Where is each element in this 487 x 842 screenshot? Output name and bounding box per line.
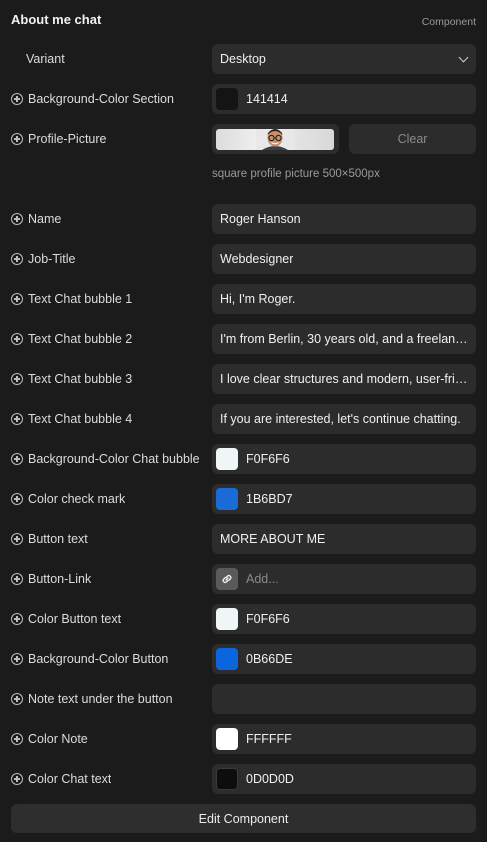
chat-bubble-2-input[interactable]: I'm from Berlin, 30 years old, and a fre… xyxy=(212,324,476,354)
bg-chat-bubble-color-field[interactable]: F0F6F6 xyxy=(212,444,476,474)
color-swatch[interactable] xyxy=(216,648,238,670)
chat-bubble-3-row: Text Chat bubble 3 I love clear structur… xyxy=(0,364,487,394)
add-icon xyxy=(11,333,23,345)
button-text-row: Button text MORE ABOUT ME xyxy=(0,524,487,554)
add-icon xyxy=(11,773,23,785)
chevron-down-icon xyxy=(458,52,469,63)
button-text-label[interactable]: Button text xyxy=(11,524,203,554)
note-text-input[interactable] xyxy=(212,684,476,714)
variant-select[interactable]: Desktop xyxy=(212,44,476,74)
name-label[interactable]: Name xyxy=(11,204,203,234)
chat-bubble-1-label[interactable]: Text Chat bubble 1 xyxy=(11,284,203,314)
chat-bubble-3-input[interactable]: I love clear structures and modern, user… xyxy=(212,364,476,394)
edit-component-button[interactable]: Edit Component xyxy=(11,804,476,833)
name-row: Name Roger Hanson xyxy=(0,204,487,234)
clear-button[interactable]: Clear xyxy=(349,124,476,154)
chat-bubble-2-label[interactable]: Text Chat bubble 2 xyxy=(11,324,203,354)
bg-section-row: Background-Color Section 141414 xyxy=(0,84,487,114)
profile-picture-label[interactable]: Profile-Picture xyxy=(11,124,203,154)
button-text-color-field[interactable]: F0F6F6 xyxy=(212,604,476,634)
color-swatch[interactable] xyxy=(216,448,238,470)
variant-row: Variant Desktop xyxy=(0,44,487,74)
button-link-label[interactable]: Button-Link xyxy=(11,564,203,594)
check-mark-color-field[interactable]: 1B6BD7 xyxy=(212,484,476,514)
component-tag: Component xyxy=(421,16,476,28)
add-icon xyxy=(11,253,23,265)
button-text-color-row: Color Button text F0F6F6 xyxy=(0,604,487,634)
profile-picture-row: Profile-Picture Clear xyxy=(0,124,487,154)
chat-bubble-4-label[interactable]: Text Chat bubble 4 xyxy=(11,404,203,434)
add-icon xyxy=(11,373,23,385)
note-text-row: Note text under the button xyxy=(0,684,487,714)
color-swatch[interactable] xyxy=(216,768,238,790)
add-icon xyxy=(11,733,23,745)
job-title-row: Job-Title Webdesigner xyxy=(0,244,487,274)
chat-bubble-2-row: Text Chat bubble 2 I'm from Berlin, 30 y… xyxy=(0,324,487,354)
job-title-input[interactable]: Webdesigner xyxy=(212,244,476,274)
bg-chat-bubble-label[interactable]: Background-Color Chat bubble xyxy=(11,444,203,474)
bg-section-color-field[interactable]: 141414 xyxy=(212,84,476,114)
profile-picture-field[interactable] xyxy=(212,124,339,154)
variant-value: Desktop xyxy=(220,52,266,66)
button-bg-color-field[interactable]: 0B66DE xyxy=(212,644,476,674)
note-color-field[interactable]: FFFFFF xyxy=(212,724,476,754)
panel-title: About me chat xyxy=(11,12,102,27)
link-icon[interactable] xyxy=(216,568,238,590)
add-icon xyxy=(11,293,23,305)
chat-bubble-4-row: Text Chat bubble 4 If you are interested… xyxy=(0,404,487,434)
add-icon xyxy=(11,453,23,465)
add-icon xyxy=(11,133,23,145)
bg-chat-bubble-row: Background-Color Chat bubble F0F6F6 xyxy=(0,444,487,474)
button-link-row: Button-Link Add... xyxy=(0,564,487,594)
variant-label: Variant xyxy=(26,52,65,66)
color-swatch[interactable] xyxy=(216,728,238,750)
button-text-input[interactable]: MORE ABOUT ME xyxy=(212,524,476,554)
add-icon xyxy=(11,93,23,105)
name-input[interactable]: Roger Hanson xyxy=(212,204,476,234)
chat-bubble-3-label[interactable]: Text Chat bubble 3 xyxy=(11,364,203,394)
add-icon xyxy=(11,213,23,225)
button-link-input[interactable]: Add... xyxy=(212,564,476,594)
add-icon xyxy=(11,613,23,625)
profile-thumbnail xyxy=(216,128,334,150)
note-color-row: Color Note FFFFFF xyxy=(0,724,487,754)
add-icon xyxy=(11,493,23,505)
color-swatch[interactable] xyxy=(216,488,238,510)
job-title-label[interactable]: Job-Title xyxy=(11,244,203,274)
chat-bubble-1-row: Text Chat bubble 1 Hi, I'm Roger. xyxy=(0,284,487,314)
chat-text-color-field[interactable]: 0D0D0D xyxy=(212,764,476,794)
button-bg-color-row: Background-Color Button 0B66DE xyxy=(0,644,487,674)
add-icon xyxy=(11,693,23,705)
button-text-color-label[interactable]: Color Button text xyxy=(11,604,203,634)
check-mark-color-row: Color check mark 1B6BD7 xyxy=(0,484,487,514)
chat-bubble-4-input[interactable]: If you are interested, let's continue ch… xyxy=(212,404,476,434)
color-swatch[interactable] xyxy=(216,88,238,110)
profile-picture-hint: square profile picture 500×500px xyxy=(212,168,380,180)
check-mark-color-label[interactable]: Color check mark xyxy=(11,484,203,514)
note-text-label[interactable]: Note text under the button xyxy=(11,684,203,714)
profile-photo-image xyxy=(256,128,294,150)
add-icon xyxy=(11,573,23,585)
chat-text-color-row: Color Chat text 0D0D0D xyxy=(0,764,487,794)
note-color-label[interactable]: Color Note xyxy=(11,724,203,754)
add-icon xyxy=(11,413,23,425)
add-icon xyxy=(11,653,23,665)
color-swatch[interactable] xyxy=(216,608,238,630)
button-bg-color-label[interactable]: Background-Color Button xyxy=(11,644,203,674)
panel-header: About me chat Component xyxy=(11,12,476,30)
chat-text-color-label[interactable]: Color Chat text xyxy=(11,764,203,794)
chat-bubble-1-input[interactable]: Hi, I'm Roger. xyxy=(212,284,476,314)
bg-section-label[interactable]: Background-Color Section xyxy=(11,84,203,114)
add-icon xyxy=(11,533,23,545)
